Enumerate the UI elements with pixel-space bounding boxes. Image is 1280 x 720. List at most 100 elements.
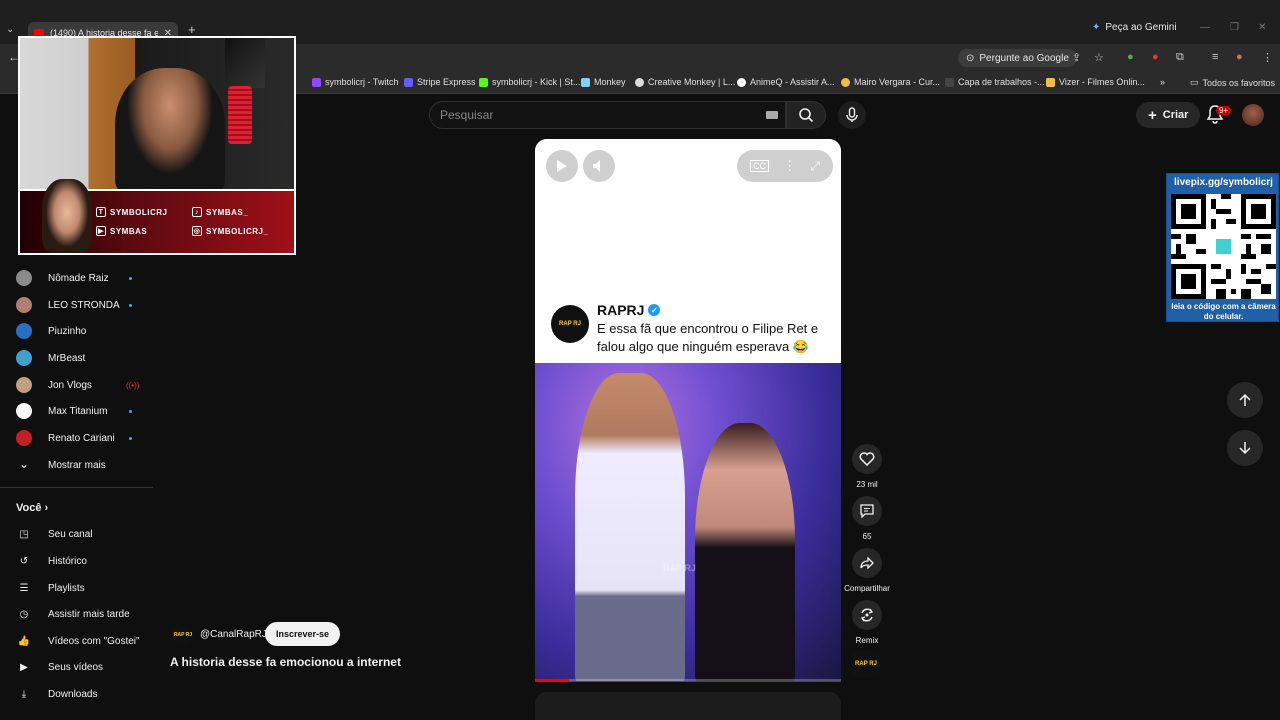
comment-button[interactable] xyxy=(852,496,882,526)
history-icon: ↺ xyxy=(19,555,29,567)
create-button[interactable]: + Criar xyxy=(1136,102,1201,128)
all-favorites-folder[interactable]: ▭ Todos os favoritos xyxy=(1190,77,1275,88)
sidebar-item-jon-vlogs[interactable]: Jon Vlogs ((•)) xyxy=(16,374,146,396)
globe-icon xyxy=(737,77,746,87)
social-instagram: ◎ SYMBOLICRJ_ xyxy=(192,226,269,236)
keyboard-icon[interactable] xyxy=(766,111,778,119)
extension-red-icon[interactable]: ● xyxy=(1152,51,1159,63)
extension-green-icon[interactable]: ● xyxy=(1127,51,1134,63)
sidebar-item-renato-cariani[interactable]: Renato Cariani xyxy=(16,427,146,449)
bookmark-item[interactable]: symbolicrj - Twitch xyxy=(312,77,398,87)
sidebar-item-history[interactable]: ↺ Histórico xyxy=(16,551,87,571)
thumbs-up-icon: 👍 xyxy=(17,635,31,647)
volume-button[interactable] xyxy=(583,150,615,182)
stripe-icon xyxy=(404,77,413,87)
comment-count: 65 xyxy=(862,532,872,541)
next-short-button[interactable] xyxy=(1227,430,1263,466)
bookmark-item[interactable]: Creative Monkey | L... xyxy=(635,77,735,87)
sidebar-item-mrbeast[interactable]: MrBeast xyxy=(16,347,146,369)
remix-button[interactable] xyxy=(852,600,882,630)
comment-action[interactable]: 65 xyxy=(851,496,883,541)
sidebar-item-piuzinho[interactable]: Piuzinho xyxy=(16,320,146,342)
captions-icon[interactable]: CC xyxy=(750,160,770,172)
bookmark-item[interactable]: Capa de trabalhos -... xyxy=(945,77,1045,87)
you-section-header[interactable]: Você › xyxy=(16,502,48,514)
extensions-puzzle-icon[interactable]: ⧉ xyxy=(1176,51,1184,64)
social-tiktok: ♪ SYMBAS_ xyxy=(192,207,248,217)
sidebar-item-leo-stronda[interactable]: LEO STRONDA xyxy=(16,294,146,316)
minimize-icon[interactable]: — xyxy=(1200,22,1210,33)
video-frame: RAP RJ xyxy=(535,363,841,681)
more-options-icon[interactable]: ⋮ xyxy=(783,158,796,174)
channel-avatar[interactable]: RAP RJ xyxy=(172,624,194,646)
sidebar-item-your-channel[interactable]: ◳ Seu canal xyxy=(16,524,92,544)
bookmark-item[interactable]: Monkey xyxy=(581,77,626,87)
account-avatar[interactable] xyxy=(1242,104,1264,126)
search-input[interactable]: Pesquisar xyxy=(429,101,786,129)
new-content-dot xyxy=(129,436,132,440)
search-button[interactable] xyxy=(786,101,826,129)
shorts-player[interactable]: CC ⋮ ⤢ RAP RJ RAPRJ ✓ E essa fã que enco… xyxy=(535,139,841,681)
kick-icon xyxy=(479,77,488,87)
voice-search-button[interactable] xyxy=(838,101,866,129)
share-action[interactable]: Compartilhar xyxy=(844,548,890,593)
qr-caption: leia o código com a câmera do celular. xyxy=(1171,302,1276,321)
search-icon xyxy=(799,108,814,123)
tab-search-chevron-icon[interactable]: ⌄ xyxy=(6,24,14,35)
new-tab-icon[interactable]: + xyxy=(188,22,196,37)
video-progress-bar[interactable] xyxy=(535,679,841,682)
previous-short-button[interactable] xyxy=(1227,382,1263,418)
page-icon xyxy=(945,77,954,87)
notification-badge: 9+ xyxy=(1216,106,1232,115)
gemini-label: Peça ao Gemini xyxy=(1105,22,1177,33)
channel-thumbnail[interactable]: RAP RJ xyxy=(852,650,880,678)
channel-avatar xyxy=(16,270,32,286)
fullscreen-icon[interactable]: ⤢ xyxy=(810,159,820,174)
sidebar-item-nomade-raiz[interactable]: Nômade Raiz xyxy=(16,267,146,289)
channel-avatar xyxy=(16,350,32,366)
sidebar-item-liked-videos[interactable]: 👍 Vídeos com "Gostei" xyxy=(16,631,140,651)
sidebar-item-playlists[interactable]: ☰ Playlists xyxy=(16,578,85,598)
new-content-dot xyxy=(129,409,132,413)
next-short-preview[interactable] xyxy=(535,692,841,720)
sidebar-item-your-videos[interactable]: ▶ Seus vídeos xyxy=(16,657,103,677)
play-button[interactable] xyxy=(546,150,578,182)
media-control-icon[interactable]: ≡ xyxy=(1212,51,1218,63)
browser-menu-icon[interactable]: ⋮ xyxy=(1262,51,1273,64)
search-placeholder: Pesquisar xyxy=(440,108,494,122)
subscribe-button[interactable]: Inscrever-se xyxy=(265,622,341,646)
bookmark-item[interactable]: symbolicrj - Kick | St... xyxy=(479,77,580,87)
bookmark-star-icon[interactable]: ☆ xyxy=(1094,51,1104,64)
bookmark-item[interactable]: Stripe Express xyxy=(404,77,476,87)
remix-action[interactable]: Remix xyxy=(851,600,883,645)
person-right xyxy=(695,423,795,681)
ask-google-button[interactable]: ⊙ Pergunte ao Google xyxy=(958,49,1077,67)
bookmarks-overflow-icon[interactable]: » xyxy=(1160,77,1165,87)
share-button[interactable] xyxy=(852,548,882,578)
like-button[interactable] xyxy=(852,444,882,474)
new-content-dot xyxy=(129,303,132,307)
livepix-qr-overlay: livepix.gg/symbolicrj leia o código com … xyxy=(1166,173,1279,322)
profile-avatar-icon[interactable]: ● xyxy=(1236,51,1243,63)
remix-icon xyxy=(860,608,874,622)
progress-fill xyxy=(535,679,569,682)
streamer-figure xyxy=(115,68,225,189)
sidebar-item-downloads[interactable]: ⤓ Downloads xyxy=(16,684,98,704)
channel-handle[interactable]: @CanalRapRJ xyxy=(200,629,267,640)
bookmark-item[interactable]: Vizer - Filmes Onlin... xyxy=(1046,77,1145,87)
heart-icon xyxy=(859,452,875,466)
play-icon xyxy=(557,160,567,172)
show-more-button[interactable]: ⌄ Mostrar mais xyxy=(16,454,146,476)
gemini-button[interactable]: ✦ Peça ao Gemini xyxy=(1092,22,1177,33)
sidebar-item-max-titanium[interactable]: Max Titanium xyxy=(16,400,146,422)
install-app-icon[interactable]: ⇪ xyxy=(1072,51,1081,64)
plus-icon: + xyxy=(1148,106,1157,124)
maximize-icon[interactable]: ❐ xyxy=(1230,22,1239,33)
like-action[interactable]: 23 mil xyxy=(851,444,883,489)
sidebar-item-watch-later[interactable]: ◷ Assistir mais tarde xyxy=(16,604,130,624)
bookmark-item[interactable]: AnimeQ - Assistir A... xyxy=(737,77,835,87)
window-close-icon[interactable]: ✕ xyxy=(1258,22,1266,33)
chevron-right-icon: › xyxy=(44,502,49,514)
bookmark-item[interactable]: Mairo Vergara - Cur... xyxy=(841,77,940,87)
share-icon xyxy=(860,557,874,569)
